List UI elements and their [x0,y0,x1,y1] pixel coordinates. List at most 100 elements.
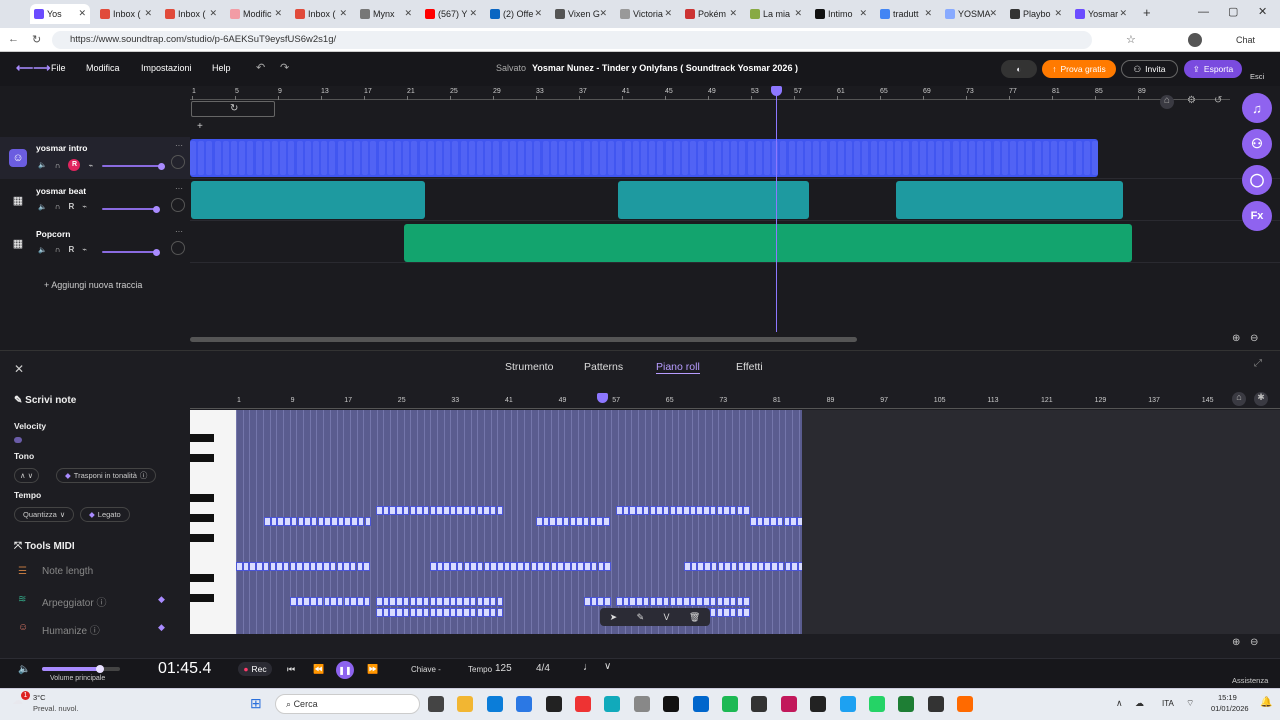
midi-note[interactable] [356,562,364,571]
back-icon[interactable]: ← [8,33,19,45]
reload-icon[interactable]: ↻ [32,33,41,46]
midi-clip[interactable] [796,141,803,175]
skip-start-icon[interactable]: ⏮ [287,664,295,675]
browser-tab[interactable]: Vixen G ✕ [551,4,611,24]
taskbar-app-icon[interactable] [839,696,856,712]
maximize-icon[interactable]: ▢ [1228,5,1238,18]
midi-note[interactable] [476,506,483,515]
midi-clip[interactable] [723,141,729,175]
black-key[interactable] [190,514,214,522]
taskbar-app-icon[interactable] [575,696,591,712]
midi-note[interactable] [597,597,604,606]
midi-clip[interactable] [649,141,656,175]
midi-note[interactable] [256,562,263,571]
midi-clip[interactable] [427,141,434,175]
midi-note[interactable] [304,517,311,526]
clock-date[interactable]: 01/01/2026 [1211,704,1249,713]
midi-note[interactable] [456,597,463,606]
taskbar-app-icon[interactable] [545,696,562,712]
midi-note[interactable] [310,517,318,526]
url-field[interactable]: https://www.soundtrap.com/studio/p-6AEKS… [52,31,1092,49]
midi-note[interactable] [576,517,583,526]
midi-clip[interactable] [1075,141,1082,175]
midi-clip[interactable] [419,141,426,175]
midi-clip[interactable] [632,141,639,175]
midi-note[interactable] [729,506,737,515]
midi-clip[interactable] [518,141,524,175]
midi-clip[interactable] [395,141,401,175]
browser-tab[interactable]: Playbo ✕ [1006,4,1066,24]
tab-patterns[interactable]: Patterns [584,361,623,373]
record-arm-button[interactable]: R [68,159,81,171]
midi-note[interactable] [517,562,524,571]
midi-clip[interactable] [887,141,893,175]
midi-note[interactable] [429,608,437,617]
track-header[interactable]: ▦ Popcorn 🔈 ∩ R ⌁ ··· [0,223,190,265]
midi-note[interactable] [349,562,357,571]
midi-note[interactable] [409,597,416,606]
midi-note[interactable] [284,517,291,526]
midi-clip[interactable] [337,141,344,175]
midi-note[interactable] [569,517,576,526]
midi-clip[interactable] [436,141,442,175]
midi-clip[interactable] [386,141,393,175]
more-icon[interactable]: ··· [175,184,183,193]
assistance-link[interactable]: Assistenza [1232,676,1268,685]
midi-note[interactable] [622,597,630,606]
black-key[interactable] [190,454,214,462]
midi-note[interactable] [550,562,558,571]
midi-clip[interactable] [641,141,647,175]
midi-note[interactable] [429,597,437,606]
midi-note[interactable] [556,517,563,526]
midi-note[interactable] [636,506,643,515]
midi-note[interactable] [490,562,497,571]
taskbar-app-icon[interactable] [722,696,738,712]
language-indicator[interactable]: ITA [1162,699,1174,708]
midi-clip[interactable] [231,141,237,175]
midi-clip[interactable] [813,141,820,175]
zoom-out-icon[interactable]: ⊖ [1250,333,1258,344]
browser-tab[interactable]: (2) Offe ✕ [486,4,546,24]
midi-note[interactable] [290,517,298,526]
midi-note[interactable] [337,517,345,526]
close-tab-icon[interactable]: ✕ [78,8,86,19]
taskbar-app-icon[interactable] [516,696,533,712]
taskbar-app-icon[interactable] [692,696,709,712]
midi-clip[interactable] [608,141,615,175]
midi-clip[interactable] [985,141,992,175]
close-tab-icon[interactable]: ✕ [599,8,607,19]
close-tab-icon[interactable]: ✕ [924,8,932,19]
midi-note[interactable] [429,506,437,515]
midi-note[interactable] [716,506,723,515]
wifi-icon[interactable]: ⌔ [1186,698,1194,709]
chat-icon[interactable]: ◯ [1242,165,1272,195]
midi-clip[interactable] [960,141,967,175]
pan-knob[interactable] [171,241,185,255]
midi-note[interactable] [236,562,243,571]
midi-note[interactable] [557,562,564,571]
midi-note[interactable] [249,562,256,571]
midi-note[interactable] [604,597,611,606]
undo-icon[interactable]: ↶ [256,61,265,74]
midi-note[interactable] [422,506,430,515]
velocity-icon[interactable]: V [663,612,669,622]
midi-note[interactable] [416,608,423,617]
browser-tab[interactable]: Yos ✕ [30,4,90,24]
midi-note[interactable] [363,597,371,606]
midi-note[interactable] [636,597,643,606]
mute-icon[interactable]: 🔈 [38,161,47,169]
headphones-icon[interactable]: ∩ [55,245,61,254]
midi-clip[interactable] [895,141,902,175]
midi-note[interactable] [443,562,450,571]
midi-clip[interactable] [747,141,754,175]
taskbar-app-icon[interactable] [604,696,621,712]
chevron-down-icon[interactable]: ∨ [604,661,611,672]
midi-note[interactable] [497,562,504,571]
close-tab-icon[interactable]: ✕ [859,8,867,19]
midi-note[interactable] [696,597,703,606]
midi-note[interactable] [450,562,457,571]
midi-note[interactable] [470,562,477,571]
browser-tab[interactable]: (567) Y ✕ [421,4,481,24]
piano-roll-grid[interactable] [236,410,802,634]
taskbar-app-icon[interactable] [457,696,474,712]
